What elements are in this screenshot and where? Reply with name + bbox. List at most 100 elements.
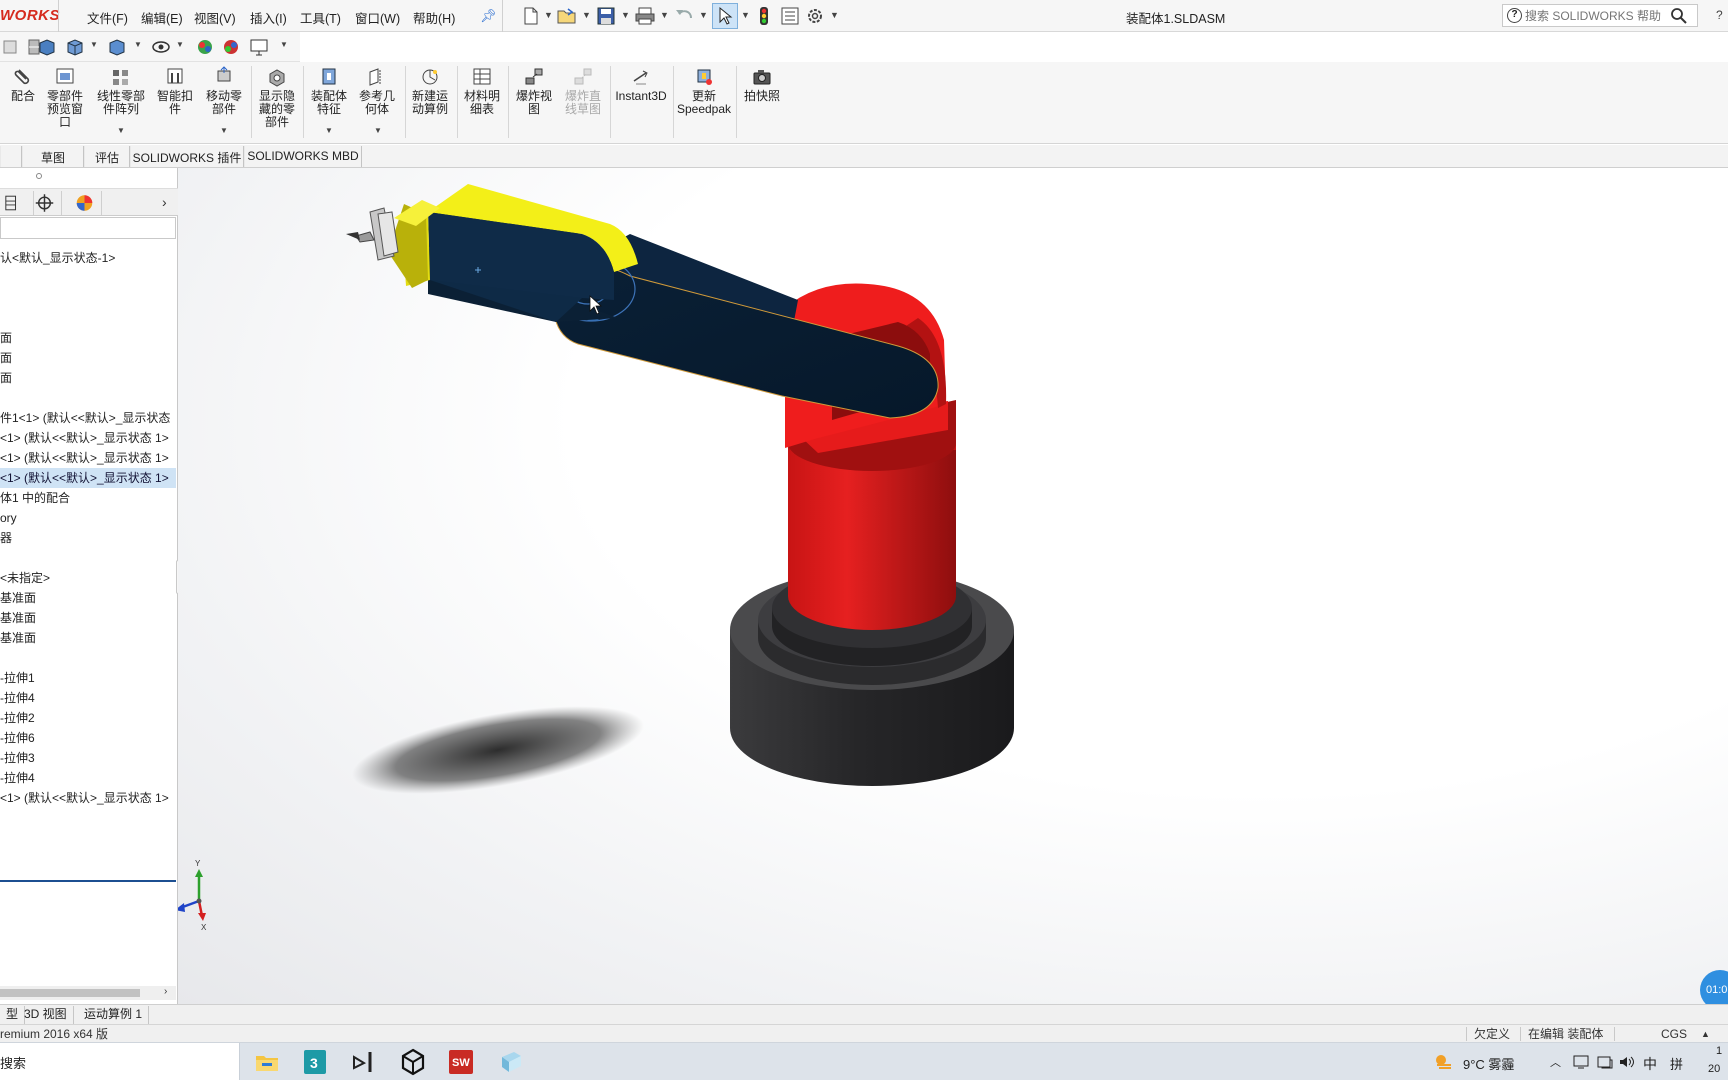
menu-edit[interactable]: 编辑(E) [141,8,183,27]
help-button[interactable]: ? [1716,8,1723,22]
tree-item[interactable]: 基准面 [0,588,176,608]
hide-show-items-icon[interactable] [150,37,172,57]
ime-pinyin[interactable]: 拼 [1670,1054,1683,1073]
help-search-box[interactable]: ? [1502,4,1698,27]
feature-filter-input[interactable] [0,217,176,239]
menu-insert[interactable]: 插入(I) [250,8,287,27]
tree-item[interactable]: 面 [0,348,176,368]
ime-mode[interactable]: 中 [1643,1054,1657,1074]
chevron-down-icon[interactable]: ▼ [374,126,382,135]
clock-date[interactable]: 20 [1708,1063,1720,1075]
edit-appearance-icon[interactable] [194,37,216,57]
tree-item[interactable]: 认<默认_显示状态-1> [0,248,176,268]
unit-system[interactable]: CGS [1661,1026,1687,1042]
tree-item[interactable]: -拉伸6 [0,728,176,748]
exploded-view-button[interactable]: 爆炸视 图 [513,66,555,116]
print-icon[interactable] [634,6,656,26]
chevron-up-icon[interactable]: ▲ [1701,1026,1710,1042]
tree-item[interactable]: 基准面 [0,628,176,648]
smart-fasteners-button[interactable]: 智能扣 件 [154,66,196,116]
help-search-input[interactable] [1525,6,1665,25]
chevron-down-icon[interactable]: ▼ [325,126,333,135]
tree-item[interactable]: -拉伸3 [0,748,176,768]
take-snapshot-button[interactable]: 拍快照 [740,66,784,103]
menu-view[interactable]: 视图(V) [194,8,236,27]
file-explorer-icon[interactable] [252,1047,282,1077]
chevron-down-icon[interactable]: ▼ [280,40,288,49]
chevron-down-icon[interactable]: ▼ [544,10,553,20]
chevron-down-icon[interactable]: ▼ [699,10,708,20]
chevron-down-icon[interactable]: ▼ [117,126,125,135]
tree-item[interactable]: -拉伸4 [0,768,176,788]
gear-icon[interactable] [804,6,826,26]
linear-pattern-button[interactable]: 线性零部 件阵列 [92,66,150,116]
tree-item[interactable]: 体1 中的配合 [0,488,176,508]
move-component-button[interactable]: 移动零 部件 [203,66,245,116]
tab-sketch[interactable]: 草图 [22,146,84,167]
undo-icon[interactable] [673,6,695,26]
update-speedpak-button[interactable]: 更新 Speedpak [676,66,732,116]
cursor-select-icon[interactable] [714,6,736,26]
tab-assembly[interactable] [0,146,22,167]
panel-handle[interactable] [36,173,42,179]
weather-haze-icon[interactable] [1433,1052,1455,1072]
taskbar-search[interactable]: 搜索 [0,1043,240,1080]
chevron-down-icon[interactable]: ▼ [830,10,839,20]
tab-motion-study-1[interactable]: 运动算例 1 [78,1006,150,1024]
assembly-features-button[interactable]: 装配体 特征 [308,66,350,116]
reference-geometry-button[interactable]: 参考几 何体 [356,66,398,116]
graphics-area[interactable]: Y Z X [178,168,1728,1006]
solidworks-taskbar-icon[interactable]: SW [446,1047,476,1077]
open-folder-icon[interactable] [556,6,578,26]
robot-arm-model[interactable]: Y Z X [178,168,1728,1006]
display-style-icon[interactable] [106,37,128,57]
chevron-down-icon[interactable]: ▼ [176,40,184,49]
3ds-max-icon[interactable]: 3 [300,1047,330,1077]
window-switch-icon[interactable] [1596,1054,1614,1070]
tab-evaluate[interactable]: 评估 [84,146,130,167]
tree-item[interactable]: 基准面 [0,608,176,628]
tree-item[interactable]: ory [0,508,176,528]
chevron-down-icon[interactable]: ▼ [741,10,750,20]
chevron-down-icon[interactable]: ▼ [660,10,669,20]
menu-tools[interactable]: 工具(T) [300,8,341,27]
network-icon[interactable] [1572,1054,1590,1070]
tree-item[interactable]: -拉伸2 [0,708,176,728]
view-cube-icon[interactable] [64,37,86,57]
tree-item[interactable]: 器 [0,528,176,548]
help-question-icon[interactable]: ? [1507,8,1522,23]
menu-file[interactable]: 文件(F) [87,8,128,27]
weather-text[interactable]: 9°C 雾霾 [1463,1054,1514,1073]
rollback-bar[interactable] [0,880,176,882]
menu-window[interactable]: 窗口(W) [355,8,400,27]
tree-item[interactable]: <1> (默认<<默认>_显示状态 1> [0,448,176,468]
chevron-down-icon[interactable]: ▼ [90,40,98,49]
rebuild-traffic-light-icon[interactable] [753,6,775,26]
red-column-side[interactable] [788,443,956,630]
file-properties-icon[interactable] [779,6,801,26]
standard-views-icon[interactable] [36,37,58,57]
save-icon[interactable] [595,6,617,26]
apply-scene-icon[interactable] [220,37,242,57]
tree-item[interactable]: 面 [0,368,176,388]
explode-line-sketch-button[interactable]: 爆炸直 线草图 [561,66,605,116]
instant3d-button[interactable]: Instant3D [614,66,668,103]
horizontal-scrollbar[interactable]: › [0,986,176,1000]
mate-button[interactable]: 配合 [8,66,38,103]
menu-help[interactable]: 帮助(H) [413,8,455,27]
component-preview-button[interactable]: 零部件 预览窗 口 [44,66,86,129]
volume-icon[interactable] [1618,1054,1636,1070]
clock-time[interactable]: 1 [1716,1045,1722,1057]
new-motion-study-button[interactable]: 新建运 动算例 [409,66,451,116]
tree-item[interactable]: <1> (默认<<默认>_显示状态 1> [0,788,176,808]
chevron-down-icon[interactable]: ▼ [621,10,630,20]
display-manager-icon[interactable] [68,191,102,215]
tab-solidworks-addins[interactable]: SOLIDWORKS 插件 [130,146,244,167]
tree-item[interactable]: <1> (默认<<默认>_显示状态 1> [0,428,176,448]
view-orientation-icon[interactable] [0,37,22,57]
tree-item[interactable]: <1> (默认<<默认>_显示状态 1> [0,468,176,488]
chevron-down-icon[interactable]: ▼ [134,40,142,49]
view-settings-icon[interactable] [248,37,270,57]
bill-of-materials-button[interactable]: 材料明 细表 [461,66,503,116]
tree-item[interactable]: <未指定> [0,568,176,588]
